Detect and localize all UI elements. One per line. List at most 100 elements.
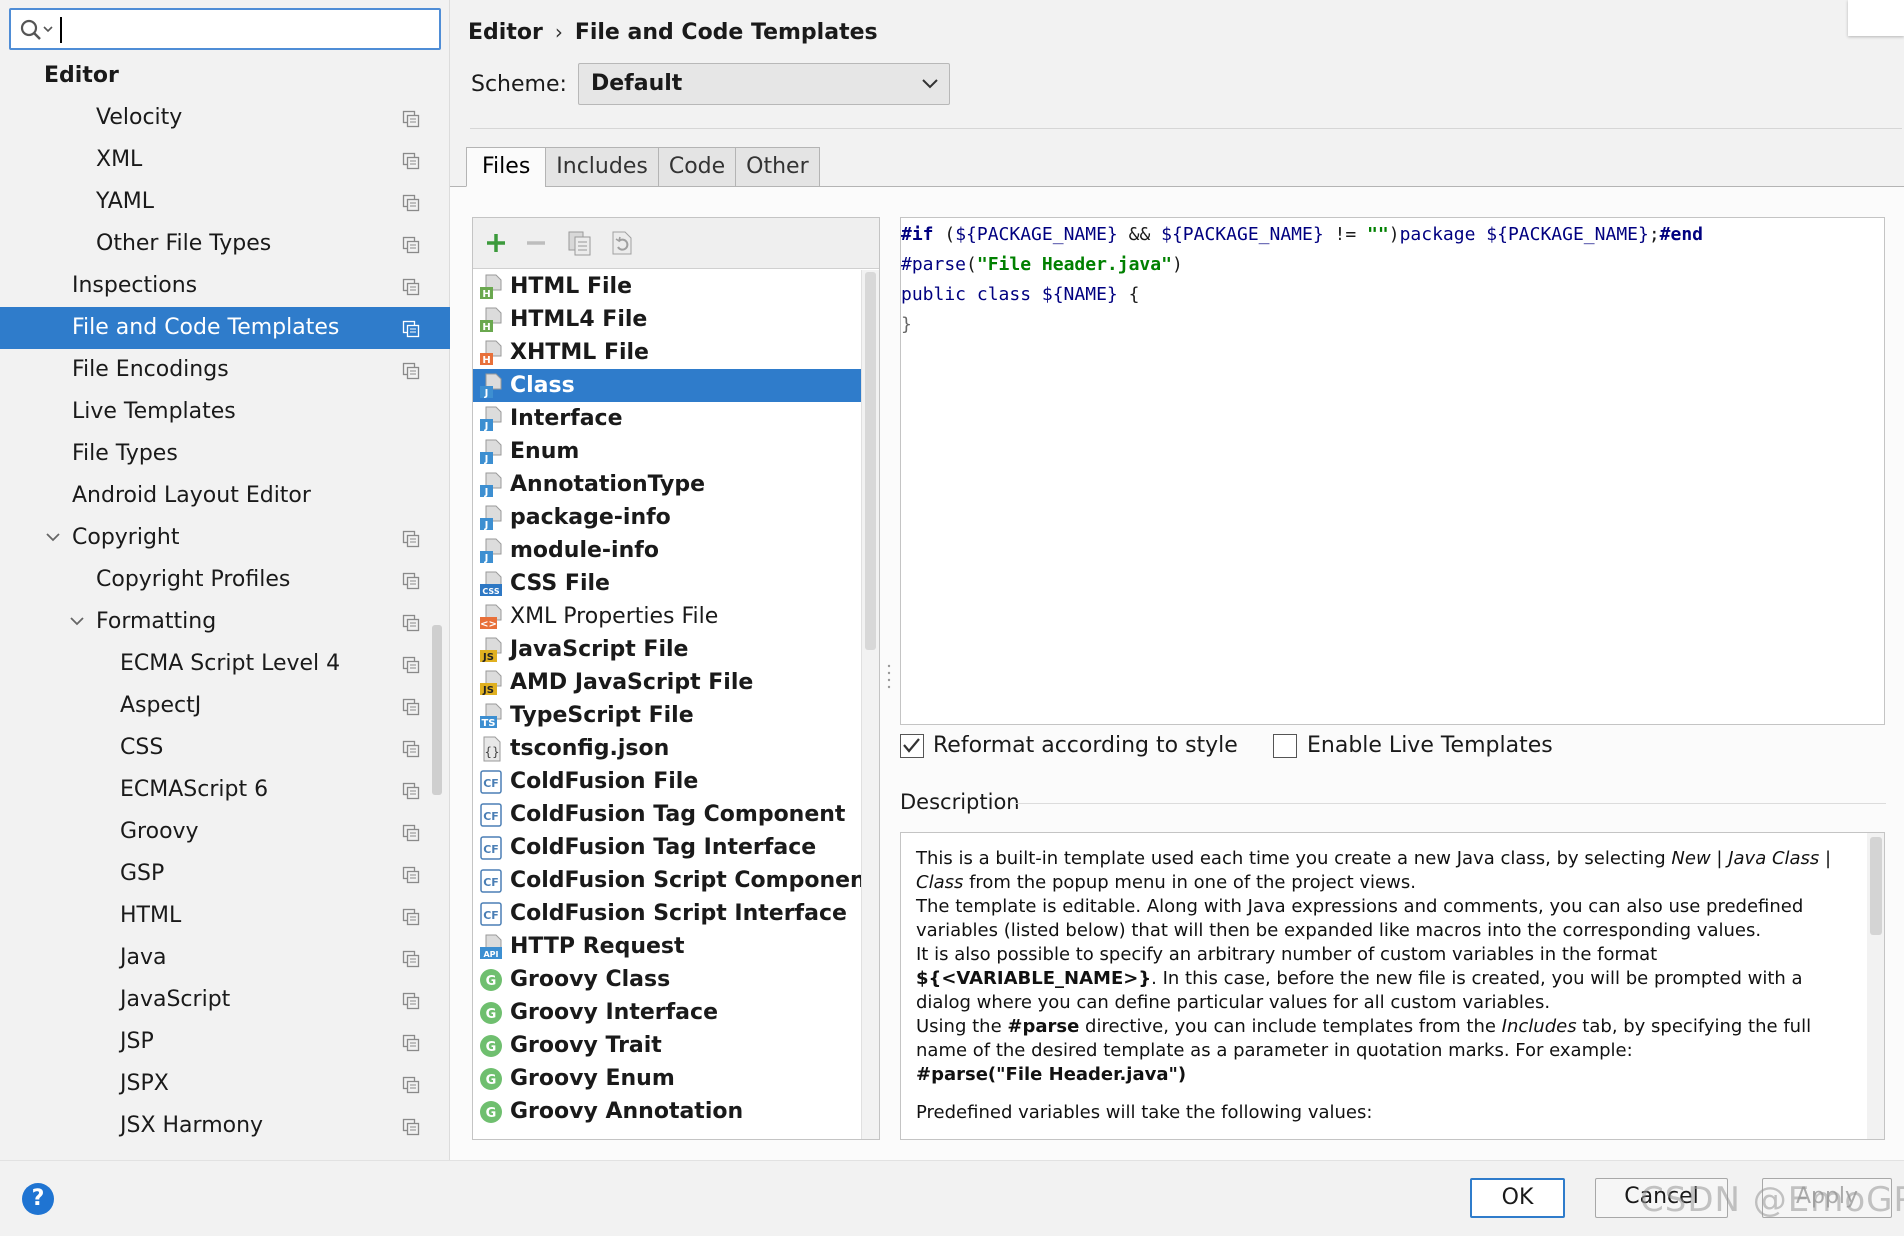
settings-search-input[interactable] bbox=[9, 8, 441, 50]
sidebar-item[interactable]: JSP bbox=[0, 1021, 450, 1063]
sidebar-item[interactable]: Android Layout Editor bbox=[0, 475, 450, 517]
help-button[interactable]: ? bbox=[22, 1183, 54, 1215]
template-item[interactable]: Jpackage-info bbox=[473, 501, 863, 534]
sidebar-item-label: Android Layout Editor bbox=[72, 483, 311, 508]
template-item[interactable]: <> XML Properties File bbox=[473, 600, 863, 633]
sidebar-item[interactable]: Other File Types bbox=[0, 223, 450, 265]
java-file-icon: J bbox=[480, 505, 502, 531]
sidebar-item[interactable]: CSS bbox=[0, 727, 450, 769]
template-item[interactable]: CF ColdFusion Script Component bbox=[473, 864, 876, 897]
template-name: ColdFusion Tag Interface bbox=[510, 835, 817, 860]
chevron-down-icon[interactable] bbox=[46, 532, 60, 542]
sidebar-item[interactable]: Live Templates bbox=[0, 391, 450, 433]
sidebar-item[interactable]: ECMAScript 6 bbox=[0, 769, 450, 811]
chevron-down-icon bbox=[922, 79, 938, 89]
live-templates-label[interactable]: Enable Live Templates bbox=[1307, 730, 1553, 762]
sidebar-item-label: XML bbox=[96, 147, 143, 172]
project-scope-icon bbox=[402, 950, 420, 968]
template-item[interactable]: CF ColdFusion File bbox=[473, 765, 863, 798]
add-icon[interactable] bbox=[481, 228, 511, 258]
sidebar-item[interactable]: Editor bbox=[0, 55, 450, 97]
reformat-label[interactable]: Reformat according to style bbox=[933, 730, 1238, 762]
java-file-icon: J bbox=[480, 373, 502, 399]
ok-button[interactable]: OK bbox=[1470, 1178, 1565, 1218]
code-token: "File Header.java" bbox=[976, 254, 1172, 275]
tab-files[interactable]: Files bbox=[466, 147, 547, 187]
search-icon[interactable] bbox=[19, 18, 53, 42]
sidebar-item[interactable]: XML bbox=[0, 139, 450, 181]
scrollbar-thumb[interactable] bbox=[1870, 837, 1882, 935]
template-item[interactable]: JS AMD JavaScript File bbox=[473, 666, 863, 699]
chevron-down-icon[interactable] bbox=[70, 616, 84, 626]
sidebar-item[interactable]: JavaScript bbox=[0, 979, 450, 1021]
template-item[interactable]: JS JavaScript File bbox=[473, 633, 863, 666]
template-item[interactable]: TS TypeScript File bbox=[473, 699, 863, 732]
description-text: This is a built-in template used each ti… bbox=[916, 847, 1846, 1125]
sidebar-item[interactable]: GSP bbox=[0, 853, 450, 895]
template-name: XML Properties File bbox=[510, 604, 719, 629]
template-item[interactable]: H HTML4 File bbox=[473, 303, 863, 336]
template-item[interactable]: CSS CSS File bbox=[473, 567, 863, 600]
template-item[interactable]: G Groovy Class bbox=[473, 963, 863, 996]
sidebar-item[interactable]: Groovy bbox=[0, 811, 450, 853]
sidebar-item[interactable]: Copyright bbox=[0, 517, 450, 559]
sidebar-item[interactable]: AspectJ bbox=[0, 685, 450, 727]
sidebar-item[interactable]: HTML bbox=[0, 895, 450, 937]
tab-includes[interactable]: Includes bbox=[545, 147, 659, 187]
project-scope-icon bbox=[402, 1118, 420, 1136]
template-item[interactable]: J Class bbox=[473, 369, 863, 402]
sidebar-item-label: Copyright bbox=[72, 525, 180, 550]
template-item[interactable]: CF ColdFusion Script Interface bbox=[473, 897, 863, 930]
template-item[interactable]: G Groovy Annotation bbox=[473, 1095, 863, 1128]
js-file-icon: JS bbox=[480, 670, 502, 696]
template-item[interactable]: G Groovy Interface bbox=[473, 996, 863, 1029]
template-item[interactable]: J Interface bbox=[473, 402, 863, 435]
scheme-dropdown[interactable]: Default bbox=[578, 63, 950, 105]
breadcrumb-editor[interactable]: Editor bbox=[468, 20, 543, 45]
java-file-icon: J bbox=[480, 472, 502, 498]
template-item[interactable]: Jmodule-info bbox=[473, 534, 863, 567]
copy-icon[interactable] bbox=[565, 228, 595, 258]
template-list-scrollbar[interactable] bbox=[861, 270, 879, 1139]
http-request-icon: API bbox=[480, 934, 502, 959]
svg-text:JS: JS bbox=[482, 652, 494, 663]
sidebar-item[interactable]: Copyright Profiles bbox=[0, 559, 450, 601]
template-item[interactable]: CF ColdFusion Tag Component bbox=[473, 798, 863, 831]
sidebar-item[interactable]: Java bbox=[0, 937, 450, 979]
template-item[interactable]: {} tsconfig.json bbox=[473, 732, 863, 765]
template-item[interactable]: H XHTML File bbox=[473, 336, 863, 369]
template-item[interactable]: J Enum bbox=[473, 435, 863, 468]
sidebar-item[interactable]: Velocity bbox=[0, 97, 450, 139]
sidebar-item[interactable]: Formatting bbox=[0, 601, 450, 643]
breadcrumb: Editor › File and Code Templates bbox=[468, 16, 878, 48]
template-item[interactable]: J AnnotationType bbox=[473, 468, 863, 501]
sidebar-item[interactable]: JSPX bbox=[0, 1063, 450, 1105]
sidebar-item[interactable]: File Types bbox=[0, 433, 450, 475]
sidebar-item[interactable]: Inspections bbox=[0, 265, 450, 307]
reset-icon[interactable] bbox=[607, 228, 637, 258]
scrollbar-thumb[interactable] bbox=[865, 272, 876, 650]
sidebar-item[interactable]: ECMA Script Level 4 bbox=[0, 643, 450, 685]
template-item[interactable]: H HTML File bbox=[473, 270, 863, 303]
remove-icon[interactable] bbox=[521, 228, 551, 258]
code-token: #parse bbox=[901, 254, 967, 275]
sidebar-item[interactable]: File and Code Templates bbox=[0, 307, 450, 349]
description-fragment: | bbox=[1819, 848, 1832, 869]
template-item[interactable]: API HTTP Request bbox=[473, 930, 863, 963]
template-name: JavaScript File bbox=[510, 637, 689, 662]
sidebar-item[interactable]: JSX Harmony bbox=[0, 1105, 450, 1147]
template-item[interactable]: CF ColdFusion Tag Interface bbox=[473, 831, 863, 864]
sidebar-scrollbar[interactable] bbox=[432, 625, 442, 795]
tab-code[interactable]: Code bbox=[657, 147, 737, 187]
sidebar-item[interactable]: YAML bbox=[0, 181, 450, 223]
project-scope-icon bbox=[402, 614, 420, 632]
reformat-checkbox[interactable] bbox=[900, 734, 924, 758]
project-scope-icon bbox=[402, 740, 420, 758]
tab-other[interactable]: Other bbox=[735, 147, 820, 187]
sidebar-item[interactable]: File Encodings bbox=[0, 349, 450, 391]
template-item[interactable]: G Groovy Enum bbox=[473, 1062, 863, 1095]
description-scrollbar[interactable] bbox=[1867, 833, 1884, 1139]
splitter-handle[interactable] bbox=[886, 662, 892, 692]
live-templates-checkbox[interactable] bbox=[1273, 734, 1297, 758]
template-item[interactable]: G Groovy Trait bbox=[473, 1029, 863, 1062]
